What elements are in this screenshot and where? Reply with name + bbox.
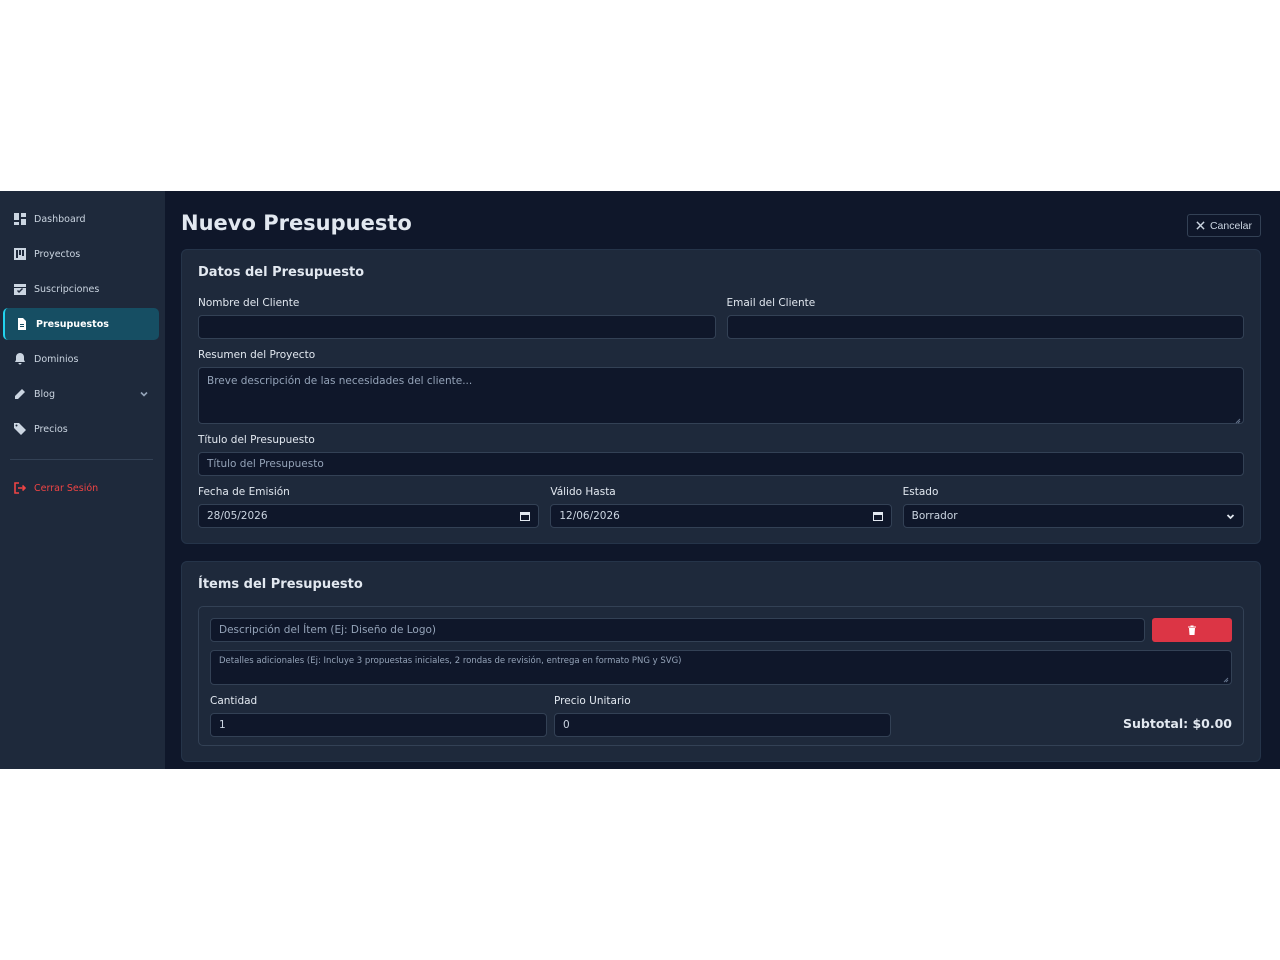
logout-button[interactable]: Cerrar Sesión: [3, 472, 159, 504]
delete-item-button[interactable]: [1152, 618, 1232, 642]
sidebar-item-label: Precios: [34, 423, 68, 435]
budget-data-title: Datos del Presupuesto: [198, 265, 365, 280]
calendar-icon[interactable]: [872, 511, 883, 521]
projects-icon: [13, 247, 27, 261]
sidebar-item-dashboard[interactable]: Dashboard: [3, 203, 159, 235]
item-description-input[interactable]: Descripción del Ítem (Ej: Diseño de Logo…: [210, 618, 1145, 642]
resize-handle-icon[interactable]: [1223, 676, 1229, 683]
budget-title-input[interactable]: Título del Presupuesto: [198, 452, 1244, 476]
budget-items-card: Ítems del Presupuesto Descripción del Ít…: [181, 561, 1261, 762]
item-subtotal: Subtotal: $0.00: [1123, 716, 1232, 731]
sidebar: Dashboard Proyectos Suscripciones Presup…: [0, 191, 165, 769]
status-select[interactable]: Borrador: [902, 504, 1244, 528]
main-content: Nuevo Presupuesto Cancelar Datos del Pre…: [165, 191, 1280, 769]
issue-date-value: 28/05/2026: [207, 510, 268, 522]
summary-placeholder: Breve descripción de las necesidades del…: [207, 375, 473, 387]
status-label: Estado: [902, 486, 939, 498]
sidebar-item-label: Presupuestos: [36, 318, 109, 330]
sidebar-item-dominios[interactable]: Dominios: [3, 343, 159, 375]
valid-until-input[interactable]: 12/06/2026: [550, 504, 892, 528]
sidebar-divider: [10, 459, 153, 460]
app-window: Dashboard Proyectos Suscripciones Presup…: [0, 191, 1280, 769]
quantity-input[interactable]: 1: [210, 713, 547, 737]
cancel-button[interactable]: Cancelar: [1186, 214, 1261, 237]
unit-price-input[interactable]: 0: [554, 713, 891, 737]
sidebar-item-label: Proyectos: [34, 248, 81, 260]
sidebar-item-proyectos[interactable]: Proyectos: [3, 238, 159, 270]
pencil-icon: [13, 387, 27, 401]
sidebar-item-label: Blog: [34, 388, 55, 400]
quantity-label: Cantidad: [210, 695, 258, 707]
bell-icon: [13, 352, 27, 366]
summary-label: Resumen del Proyecto: [198, 349, 316, 361]
sidebar-item-suscripciones[interactable]: Suscripciones: [3, 273, 159, 305]
valid-until-value: 12/06/2026: [559, 510, 620, 522]
item-details-textarea[interactable]: Detalles adicionales (Ej: Incluye 3 prop…: [210, 650, 1232, 685]
page-title: Nuevo Presupuesto: [181, 211, 412, 235]
logout-icon: [13, 481, 27, 495]
tags-icon: [13, 422, 27, 436]
close-icon: [1196, 221, 1205, 230]
sidebar-item-label: Suscripciones: [34, 283, 100, 295]
chevron-down-icon[interactable]: [139, 389, 149, 399]
issue-date-input[interactable]: 28/05/2026: [198, 504, 540, 528]
client-email-input[interactable]: [726, 315, 1244, 339]
chevron-down-icon: [1226, 512, 1235, 521]
calendar-check-icon: [13, 282, 27, 296]
budget-title-label: Título del Presupuesto: [198, 434, 315, 446]
cancel-label: Cancelar: [1209, 219, 1252, 232]
client-email-label: Email del Cliente: [726, 297, 816, 309]
sidebar-item-label: Dashboard: [34, 213, 86, 225]
list-item: Descripción del Ítem (Ej: Diseño de Logo…: [198, 606, 1244, 746]
sidebar-item-blog[interactable]: Blog: [3, 378, 159, 410]
dashboard-icon: [13, 212, 27, 226]
budget-data-card: Datos del Presupuesto Nombre del Cliente…: [181, 249, 1261, 544]
logout-label: Cerrar Sesión: [34, 482, 99, 494]
sidebar-item-precios[interactable]: Precios: [3, 413, 159, 445]
valid-until-label: Válido Hasta: [550, 486, 616, 498]
status-value: Borrador: [911, 510, 958, 522]
sidebar-item-label: Dominios: [34, 353, 79, 365]
document-icon: [15, 317, 29, 331]
unit-price-label: Precio Unitario: [554, 695, 631, 707]
resize-handle-icon[interactable]: [1235, 415, 1241, 424]
client-name-label: Nombre del Cliente: [198, 297, 300, 309]
client-name-input[interactable]: [198, 315, 716, 339]
trash-icon: [1188, 625, 1196, 635]
calendar-icon[interactable]: [520, 511, 531, 521]
budget-items-title: Ítems del Presupuesto: [198, 577, 363, 592]
summary-textarea[interactable]: Breve descripción de las necesidades del…: [198, 367, 1244, 424]
item-details-placeholder: Detalles adicionales (Ej: Incluye 3 prop…: [219, 656, 682, 666]
sidebar-item-presupuestos[interactable]: Presupuestos: [3, 308, 159, 340]
issue-date-label: Fecha de Emisión: [198, 486, 290, 498]
